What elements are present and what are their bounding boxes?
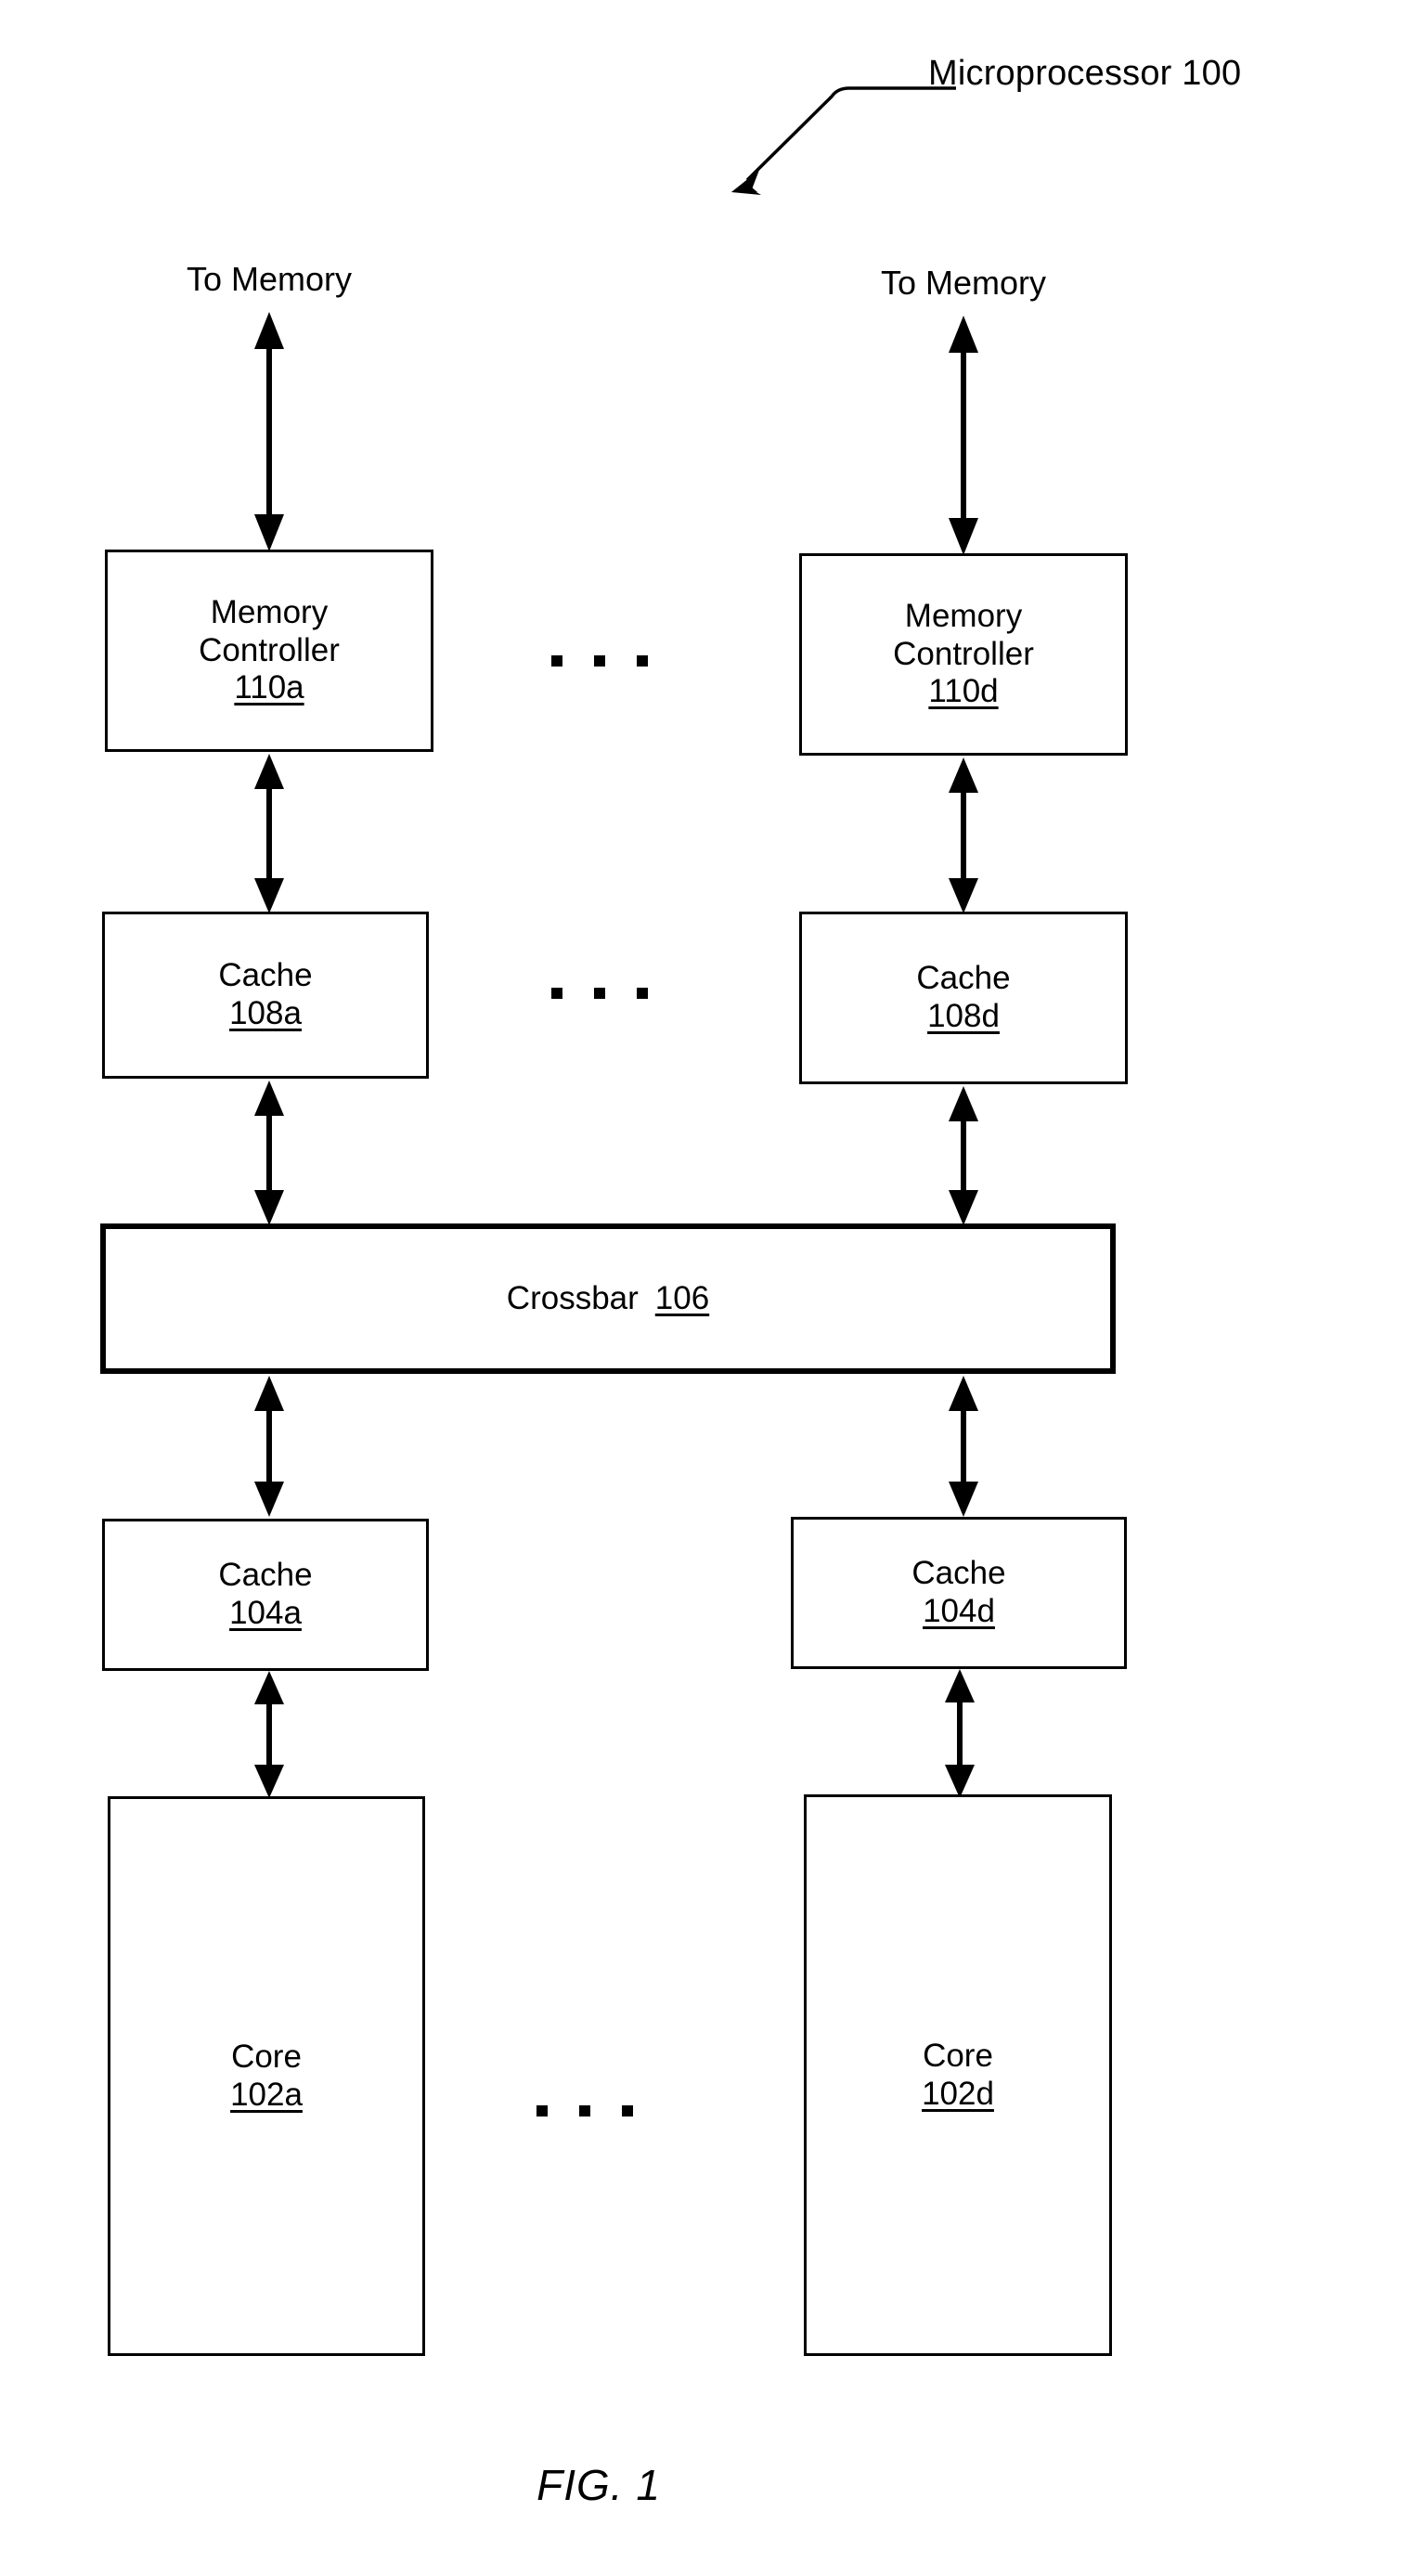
memory-controller-110d-box[interactable]: Memory Controller 110d [799,553,1128,756]
arrow-controller-to-cache108-left [254,754,284,913]
core-102a-ref: 102a [230,2076,303,2113]
memory-controller-110a-ref: 110a [234,669,304,706]
figure-canvas: Microprocessor 100 To Memory To Memory M… [0,0,1409,2576]
arrow-cache104-to-core-left [254,1671,284,1798]
cache-108a-label: Cache [218,957,313,994]
to-memory-label-left: To Memory [186,260,353,298]
figure-title-microprocessor: Microprocessor 100 [928,54,1242,93]
memory-controller-110a-box[interactable]: Memory Controller 110a [105,550,433,752]
crossbar-label: Crossbar [506,1279,639,1316]
memory-controller-110d-line1: Memory [904,598,1023,635]
core-102a-label: Core [231,2038,302,2075]
core-102d-box[interactable]: Core 102d [804,1794,1112,2356]
arrow-crossbar-to-cache104-left [254,1376,284,1517]
ellipsis-cache108-row [551,988,648,999]
ellipsis-dot [551,655,562,667]
ellipsis-core-row [536,2105,633,2116]
cache-104a-ref: 104a [229,1595,302,1631]
arrow-memory-to-controller-left [254,312,284,551]
arrow-crossbar-to-cache104-right [949,1376,978,1517]
ellipsis-dot [622,2105,633,2116]
to-memory-label-right: To Memory [880,264,1047,302]
ellipsis-dot [551,988,562,999]
ellipsis-dot [579,2105,590,2116]
crossbar-ref: 106 [654,1279,710,1316]
memory-controller-110a-line2: Controller [199,631,340,668]
core-102d-ref: 102d [922,2075,994,2112]
ellipsis-dot [536,2105,548,2116]
ellipsis-dot [594,655,605,667]
cache-108a-box[interactable]: Cache 108a [102,912,429,1079]
figure-caption: FIG. 1 [536,2461,661,2509]
cache-104a-label: Cache [218,1557,313,1594]
cache-104a-box[interactable]: Cache 104a [102,1519,429,1671]
cache-108d-label: Cache [916,960,1011,997]
cache-104d-ref: 104d [923,1593,995,1629]
arrow-cache108-to-crossbar-right [949,1086,978,1225]
ellipsis-dot [637,655,648,667]
arrow-memory-to-controller-right [949,316,978,555]
core-102a-box[interactable]: Core 102a [108,1796,425,2356]
cache-104d-label: Cache [911,1555,1006,1592]
cache-108d-box[interactable]: Cache 108d [799,912,1128,1084]
arrow-controller-to-cache108-right [949,757,978,913]
cache-108a-ref: 108a [229,995,302,1031]
core-102d-label: Core [923,2037,993,2074]
ellipsis-dot [594,988,605,999]
crossbar-106-box[interactable]: Crossbar 106 [100,1223,1116,1374]
memory-controller-110a-line1: Memory [210,594,329,631]
cache-104d-box[interactable]: Cache 104d [791,1517,1127,1669]
arrow-cache108-to-crossbar-left [254,1081,284,1225]
memory-controller-110d-line2: Controller [893,635,1034,672]
ellipsis-memory-controller-row [551,655,648,667]
cache-108d-ref: 108d [927,998,1000,1034]
ellipsis-dot [637,988,648,999]
memory-controller-110d-ref: 110d [928,673,999,710]
leader-arrow-icon [731,86,956,195]
arrow-cache104-to-core-right [945,1669,975,1798]
